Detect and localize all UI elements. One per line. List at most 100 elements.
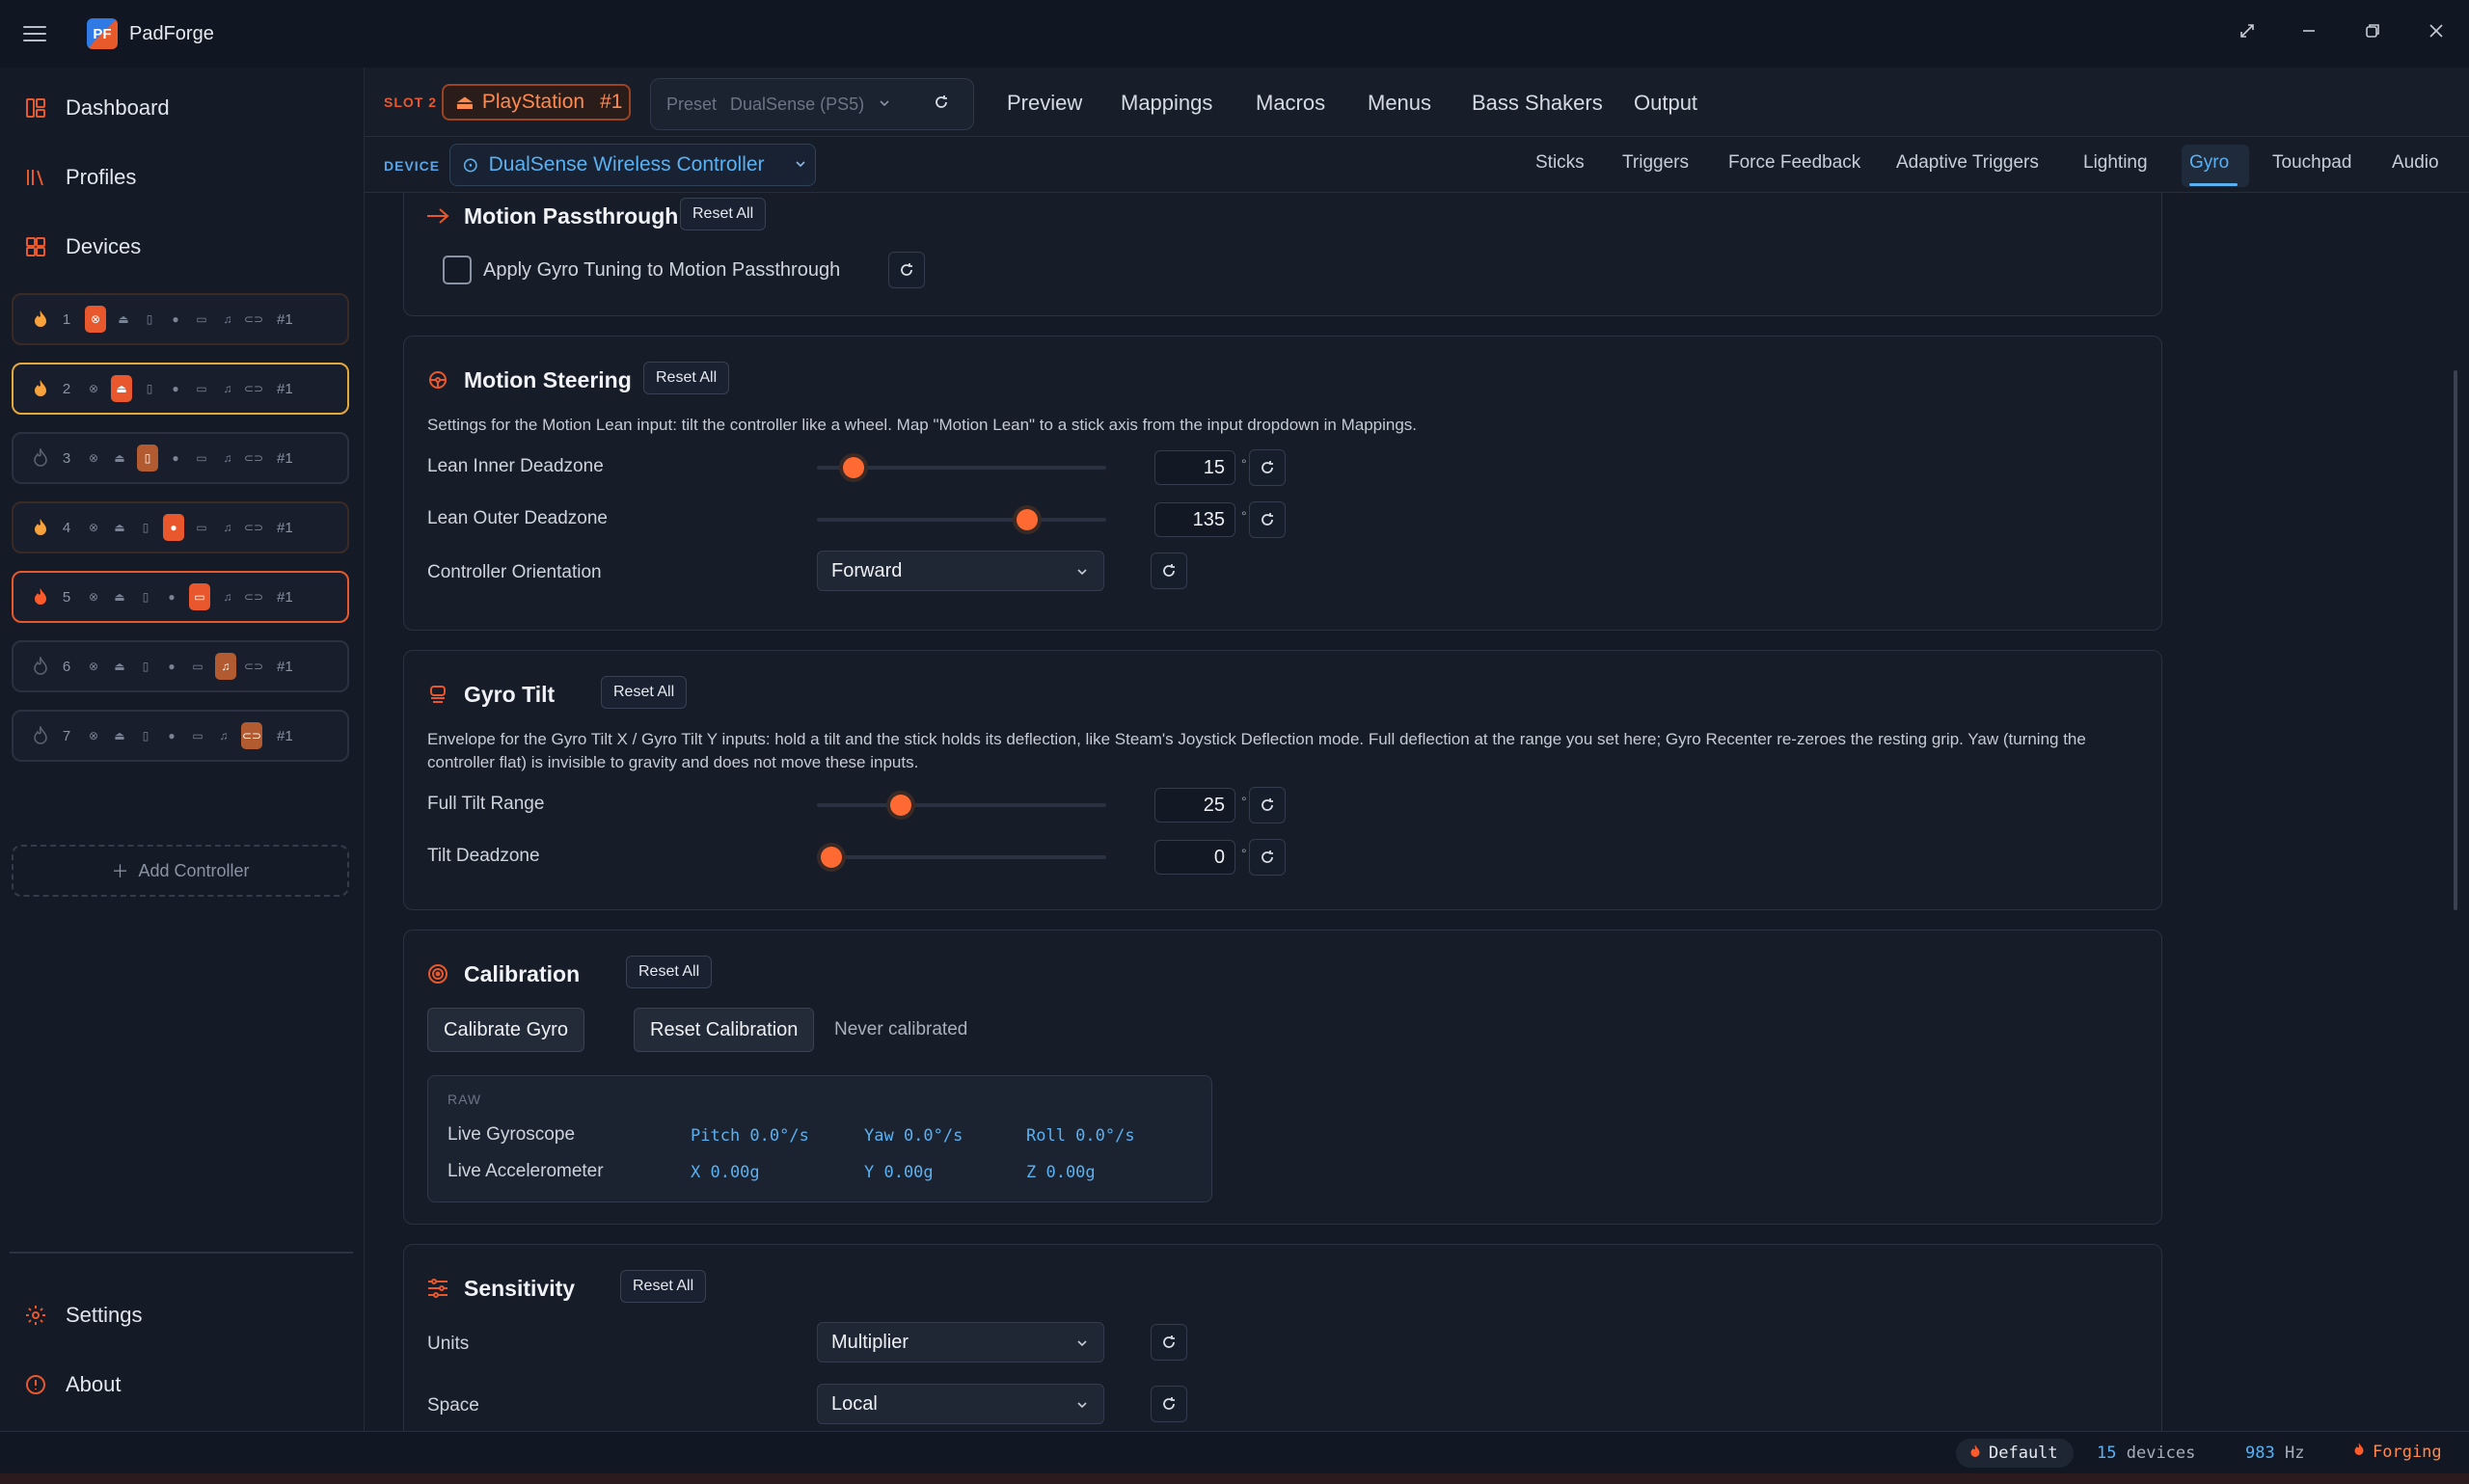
tilt-deadzone-input[interactable]: 0 <box>1154 840 1235 875</box>
tab-audio[interactable]: Audio <box>2392 152 2439 174</box>
nav-dashboard-label: Dashboard <box>66 95 170 120</box>
user-icon: ● <box>172 382 179 395</box>
lean-inner-deadzone-thumb[interactable] <box>842 457 864 478</box>
preset-dropdown[interactable]: Preset DualSense (PS5) <box>650 78 974 130</box>
units-dropdown[interactable]: Multiplier <box>817 1322 1104 1363</box>
restore-icon[interactable] <box>2353 12 2392 50</box>
orientation-reset-icon[interactable] <box>1151 553 1187 589</box>
tab-macros[interactable]: Macros <box>1256 91 1325 116</box>
tab-mappings[interactable]: Mappings <box>1121 91 1212 116</box>
nav-settings[interactable]: Settings <box>23 1296 143 1335</box>
keyboard-icon: ▭ <box>196 312 207 326</box>
minimize-icon[interactable] <box>2290 12 2328 50</box>
reset-calibration-button[interactable]: Reset Calibration <box>634 1008 815 1052</box>
tilt-deadzone-reset-icon[interactable] <box>1249 839 1286 876</box>
tab-touchpad[interactable]: Touchpad <box>2272 152 2351 174</box>
xbox-icon: ⊗ <box>88 521 99 534</box>
sensitivity-reset-all-button[interactable]: Reset All <box>620 1270 707 1303</box>
sensitivity-card: Sensitivity Reset All Units Multiplier S… <box>403 1244 2162 1431</box>
slot-row-3[interactable]: 3 ⊗ ⏏ ▯ ● ▭ ♫ ⊂⊃ #1 <box>12 432 349 484</box>
keyboard-icon: ▭ <box>192 729 203 742</box>
lean-outer-deadzone-thumb[interactable] <box>1016 509 1038 530</box>
calibration-reset-all-button[interactable]: Reset All <box>626 956 713 988</box>
raw-sensor-panel: RAW Live Gyroscope Pitch 0.0°/s Yaw 0.0°… <box>427 1075 1212 1202</box>
lean-inner-deadzone-slider[interactable] <box>817 457 1106 478</box>
lean-outer-deadzone-slider[interactable] <box>817 509 1106 530</box>
space-dropdown[interactable]: Local <box>817 1384 1104 1424</box>
slot-row-6[interactable]: 6 ⊗ ⏏ ▯ ● ▭ ♫ ⊂⊃ #1 <box>12 640 349 692</box>
full-tilt-range-input[interactable]: 25 <box>1154 788 1235 823</box>
flame-icon <box>35 380 46 396</box>
calibrate-gyro-button[interactable]: Calibrate Gyro <box>427 1008 584 1052</box>
tab-bass-shakers[interactable]: Bass Shakers <box>1472 91 1603 116</box>
apply-gyro-tuning-checkbox[interactable] <box>443 256 472 284</box>
motion-passthrough-reset-all-button[interactable]: Reset All <box>680 198 767 230</box>
reset-preset-icon[interactable] <box>932 93 951 117</box>
tab-adaptive-triggers[interactable]: Adaptive Triggers <box>1896 152 2039 174</box>
tab-triggers[interactable]: Triggers <box>1622 152 1689 174</box>
units-reset-icon[interactable] <box>1151 1324 1187 1361</box>
tab-force-feedback[interactable]: Force Feedback <box>1728 152 1860 174</box>
lean-outer-reset-icon[interactable] <box>1249 501 1286 538</box>
units-label: Units <box>427 1334 470 1354</box>
slot-row-5[interactable]: 5 ⊗ ⏏ ▯ ● ▭ ♫ ⊂⊃ #1 <box>12 571 349 623</box>
tilt-deadzone-thumb[interactable] <box>821 847 842 868</box>
gyro-tilt-title: Gyro Tilt <box>464 682 556 707</box>
space-reset-icon[interactable] <box>1151 1386 1187 1422</box>
device-dropdown[interactable]: ⊙ DualSense Wireless Controller <box>449 144 816 186</box>
tab-menus[interactable]: Menus <box>1368 91 1431 116</box>
flame-icon <box>35 588 46 605</box>
passthrough-reset-icon[interactable] <box>888 252 925 288</box>
full-tilt-range-reset-icon[interactable] <box>1249 787 1286 823</box>
controller-orientation-dropdown[interactable]: Forward <box>817 551 1104 591</box>
gyro-tilt-reset-all-button[interactable]: Reset All <box>601 676 688 709</box>
nav-settings-label: Settings <box>66 1303 143 1327</box>
close-icon[interactable] <box>2417 12 2455 50</box>
tilt-deadzone-slider[interactable] <box>817 847 1106 868</box>
tab-gyro[interactable]: Gyro <box>2189 152 2229 174</box>
keyboard-icon: ▭ <box>196 521 207 534</box>
nav-about[interactable]: About <box>23 1365 122 1404</box>
full-tilt-range-slider[interactable] <box>817 795 1106 816</box>
gamepad-icon: ⊂⊃ <box>243 590 264 604</box>
nav-profiles-label: Profiles <box>66 165 137 189</box>
slot-row-1[interactable]: 1 ⊗ ⏏ ▯ ● ▭ ♫ ⊂⊃ #1 <box>12 293 349 345</box>
slot-number: 4 <box>62 519 71 536</box>
live-gyroscope-label: Live Gyroscope <box>448 1124 576 1145</box>
slot-row-4[interactable]: 4 ⊗ ⏏ ▯ ● ▭ ♫ ⊂⊃ #1 <box>12 501 349 553</box>
tab-preview[interactable]: Preview <box>1007 91 1082 116</box>
nav-dashboard[interactable]: Dashboard <box>23 89 170 127</box>
tab-output[interactable]: Output <box>1634 91 1697 116</box>
slot-row-2[interactable]: 2 ⊗ ⏏ ▯ ● ▭ ♫ ⊂⊃ #1 <box>12 363 349 415</box>
content-scrollbar[interactable] <box>2454 370 2457 910</box>
degree-unit: ° <box>1241 794 1247 809</box>
keyboard-icon: ▭ <box>196 382 207 395</box>
add-controller-button[interactable]: ＋ Add Controller <box>12 845 349 897</box>
controller-type-chip[interactable]: ⏏ PlayStation #1 <box>442 84 631 121</box>
tilt-deadzone-label: Tilt Deadzone <box>427 846 540 866</box>
lean-inner-deadzone-input[interactable]: 15 <box>1154 450 1235 485</box>
lean-inner-reset-icon[interactable] <box>1249 449 1286 486</box>
calibration-card: Calibration Reset All Calibrate Gyro Res… <box>403 930 2162 1225</box>
profile-chip[interactable]: Default <box>1956 1439 2074 1468</box>
lean-outer-deadzone-input[interactable]: 135 <box>1154 502 1235 537</box>
nav-devices[interactable]: Devices <box>23 228 141 266</box>
slot-number: 3 <box>62 449 71 467</box>
tab-lighting[interactable]: Lighting <box>2083 152 2148 174</box>
sidebar-divider <box>10 1252 353 1254</box>
full-tilt-range-thumb[interactable] <box>890 795 911 816</box>
polling-rate-unit: Hz <box>2284 1444 2305 1463</box>
slot-row-7[interactable]: 7 ⊗ ⏏ ▯ ● ▭ ♫ ⊂⊃ #1 <box>12 710 349 762</box>
degree-unit: ° <box>1241 846 1247 861</box>
tab-sticks[interactable]: Sticks <box>1535 152 1585 174</box>
gyro-settings-panel: Motion Passthrough Reset All Apply Gyro … <box>365 193 2469 1431</box>
info-icon <box>23 1372 48 1397</box>
keyboard-icon: ▭ <box>192 660 203 673</box>
nav-profiles[interactable]: Profiles <box>23 158 136 197</box>
motion-steering-reset-all-button[interactable]: Reset All <box>643 362 730 394</box>
user-icon: ● <box>168 660 176 673</box>
expand-icon[interactable] <box>2228 12 2266 50</box>
slot-number: 6 <box>62 658 71 675</box>
hamburger-menu-icon[interactable] <box>23 26 46 41</box>
slot-tag: #1 <box>277 727 293 744</box>
